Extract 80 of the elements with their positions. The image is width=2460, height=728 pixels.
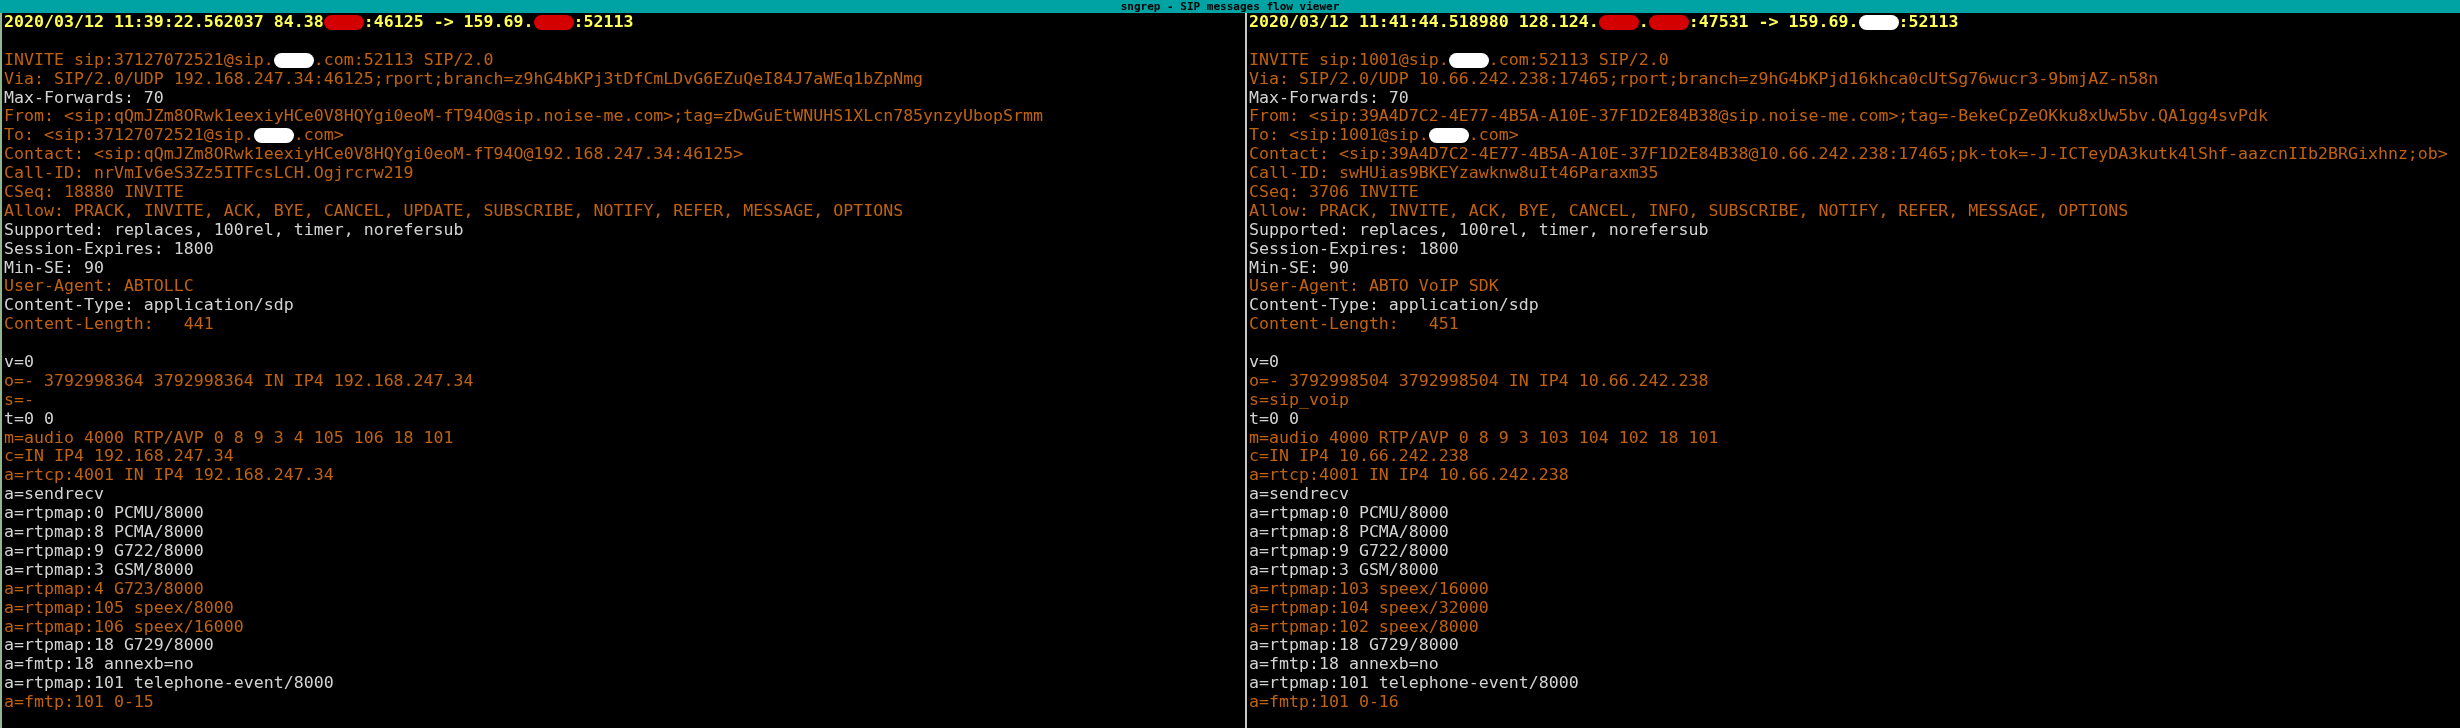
sip-text: a=fmtp:101 0-15 — [4, 693, 154, 712]
sip-text: User-Agent: ABTO VoIP SDK — [1249, 277, 1499, 297]
sip-text: v=0 — [1249, 353, 1279, 372]
sip-text: Content-Type: application/sdp — [1249, 296, 1539, 316]
sip-text: .com> — [293, 126, 344, 146]
sip-text: a=rtpmap:104 speex/32000 — [1249, 598, 1489, 618]
window-title: sngrep - SIP messages flow viewer — [0, 0, 2460, 13]
sip-text: a=rtpmap:9 G722/8000 — [1249, 541, 1449, 561]
sip-text: User-Agent: ABTOLLC — [4, 277, 194, 297]
sip-text: m=audio 4000 RTP/AVP 0 8 9 3 103 104 102 18 101 — [1249, 428, 1719, 448]
sip-text: v=0 — [4, 353, 34, 372]
sip-text: Content-Type: application/sdp — [4, 296, 294, 316]
sip-text: Call-ID: nrVmIv6eS3Zz5ITFcsLCH.Ogjrcrw219 — [4, 164, 414, 184]
sip-text: c=IN IP4 10.66.242.238 — [1249, 447, 1469, 467]
sip-text: To: <sip:37127072521@sip. — [4, 126, 254, 146]
sip-text: a=rtpmap:103 speex/16000 — [1249, 579, 1489, 599]
sip-text: t=0 0 — [4, 409, 54, 429]
sip-text: Supported: replaces, 100rel, timer, norefersub — [1249, 220, 1709, 240]
sip-text: a=rtpmap:4 G723/8000 — [4, 579, 204, 599]
sip-text: Allow: PRACK, INVITE, ACK, BYE, CANCEL, INFO, SUBSCRIBE, NOTIFY, REFER, MESSAGE, OPTIONS — [1249, 201, 2129, 221]
sip-text: a=rtpmap:102 speex/8000 — [1249, 617, 1479, 637]
sip-text: Session-Expires: 1800 — [4, 239, 214, 259]
sip-text: a=rtpmap:106 speex/16000 — [4, 617, 244, 637]
sip-text: a=rtpmap:0 PCMU/8000 — [4, 504, 204, 524]
sip-text: o=- 3792998504 3792998504 IN IP4 10.66.242.238 — [1249, 371, 1709, 391]
sip-text: 2020/03/12 11:39:22.562037 84.38 — [4, 13, 324, 32]
sip-text: a=sendrecv — [1249, 485, 1349, 505]
sip-text: a=rtpmap:9 G722/8000 — [4, 541, 204, 561]
sip-text: To: <sip:1001@sip. — [1249, 126, 1429, 146]
sip-text: a=rtpmap:0 PCMU/8000 — [1249, 504, 1449, 524]
sip-text: a=rtpmap:105 speex/8000 — [4, 598, 234, 618]
sip-text: Via: SIP/2.0/UDP 192.168.247.34:46125;rport;branch=z9hG4bKPj3tDfCmLDvG6EZuQeI84J7aWEq1bZpNmg — [4, 69, 924, 89]
sip-text: a=rtpmap:101 telephone-event/8000 — [4, 674, 334, 694]
sip-text: CSeq: 3706 INVITE — [1249, 183, 1419, 202]
sip-text: a=rtpmap:3 GSM/8000 — [1249, 560, 1439, 580]
sip-text: From: <sip:39A4D7C2-4E77-4B5A-A10E-37F1D2E84B38@sip.noise-me.com>;tag=-BekeCpZeOKku8xUw5bv.QA1gg4svPdk — [1249, 107, 2268, 127]
sip-text: :46125 -> 159.69. — [363, 13, 534, 32]
sip-text: .com:52113 SIP/2.0 — [1488, 50, 1669, 70]
sip-text: .com> — [1468, 126, 1519, 146]
sip-text: From: <sip:qQmJZm8ORwk1eexiyHCe0V8HQYgi0eoM-fT94O@sip.noise-me.com>;tag=zDwGuEtWNUHS1XLcn785ynzyUbopSrmm — [4, 107, 1043, 127]
sip-text: Min-SE: 90 — [4, 258, 104, 278]
sip-text: a=rtcp:4001 IN IP4 10.66.242.238 — [1249, 466, 1569, 486]
sip-text: a=rtpmap:8 PCMA/8000 — [1249, 523, 1449, 542]
sip-text: Contact: <sip:qQmJZm8ORwk1eexiyHCe0V8HQYgi0eoM-fT94O@192.168.247.34:46125> — [4, 145, 744, 165]
sip-text: c=IN IP4 192.168.247.34 — [4, 447, 234, 467]
sip-text: Supported: replaces, 100rel, timer, norefersub — [4, 220, 464, 240]
sip-text: a=fmtp:18 annexb=no — [4, 655, 194, 675]
sip-text: Call-ID: swHUias9BKEYzawknw8uIt46Paraxm35 — [1249, 164, 1659, 184]
sip-text: a=fmtp:101 0-16 — [1249, 693, 1399, 712]
sip-text: INVITE sip:1001@sip. — [1249, 50, 1449, 70]
sip-text: t=0 0 — [1249, 409, 1299, 429]
sip-text: Content-Length: 451 — [1249, 315, 1459, 335]
sip-text: a=rtpmap:8 PCMA/8000 — [4, 523, 204, 542]
sip-text: a=sendrecv — [4, 485, 104, 505]
sip-text: 2020/03/12 11:41:44.518980 128.124. — [1249, 13, 1599, 32]
sip-text: a=rtpmap:3 GSM/8000 — [4, 560, 194, 580]
sip-text: Via: SIP/2.0/UDP 10.66.242.238:17465;rport;branch=z9hG4bKPjd16khca0cUtSg76wucr3-9bmjAZ-n58n — [1249, 69, 2159, 89]
sip-text: Min-SE: 90 — [1249, 258, 1349, 278]
sip-text: INVITE sip:37127072521@sip. — [4, 50, 274, 70]
sip-text: . — [1638, 13, 1649, 32]
sip-text: o=- 3792998364 3792998364 IN IP4 192.168.247.34 — [4, 371, 474, 391]
sip-text: Content-Length: 441 — [4, 315, 214, 335]
sip-text: a=fmtp:18 annexb=no — [1249, 655, 1439, 675]
sip-text: CSeq: 18880 INVITE — [4, 183, 184, 202]
sip-text: Max-Forwards: 70 — [1249, 88, 1409, 108]
sip-text: m=audio 4000 RTP/AVP 0 8 9 3 4 105 106 18 101 — [4, 428, 454, 448]
sip-text: :52113 — [1898, 13, 1959, 32]
sip-text: Session-Expires: 1800 — [1249, 239, 1459, 259]
sip-text: s=- — [4, 390, 34, 410]
sip-text: :52113 — [573, 13, 634, 32]
sip-text: Allow: PRACK, INVITE, ACK, BYE, CANCEL, UPDATE, SUBSCRIBE, NOTIFY, REFER, MESSAGE, OPTIONS — [4, 201, 904, 221]
sip-text: Contact: <sip:39A4D7C2-4E77-4B5A-A10E-37F1D2E84B38@10.66.242.238:17465;pk-tok=-J-ICTeyDA3kutk4lShf-aazcnIIb2BRGixhnz;ob> — [1249, 145, 2448, 165]
sip-text: s=sip_voip — [1249, 390, 1349, 410]
sip-text: a=rtpmap:18 G729/8000 — [4, 636, 214, 656]
sip-text: a=rtpmap:18 G729/8000 — [1249, 636, 1459, 656]
sip-text: .com:52113 SIP/2.0 — [313, 50, 494, 70]
sip-text: Max-Forwards: 70 — [4, 88, 164, 108]
sip-text: a=rtpmap:101 telephone-event/8000 — [1249, 674, 1579, 694]
sip-text: :47531 -> 159.69. — [1688, 13, 1859, 32]
sip-text: a=rtcp:4001 IN IP4 192.168.247.34 — [4, 466, 334, 486]
